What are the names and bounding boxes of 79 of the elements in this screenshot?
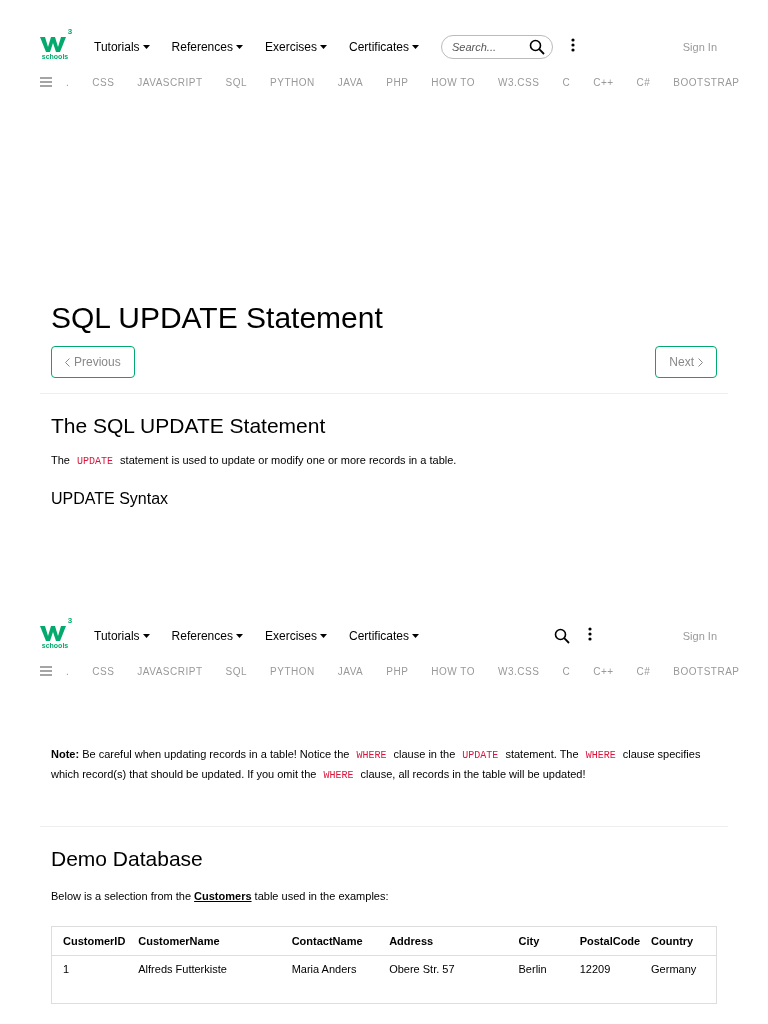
chevron-left-icon	[65, 357, 70, 367]
more-icon[interactable]	[571, 38, 575, 52]
chevron-right-icon	[698, 357, 703, 367]
logo-superscript: 3	[67, 27, 73, 36]
table-cell: 1	[51, 955, 139, 1004]
column-header: CustomerID	[51, 926, 139, 956]
subsection-heading: UPDATE Syntax	[51, 489, 170, 509]
nav-link[interactable]: .	[66, 665, 70, 677]
search-icon	[529, 39, 545, 55]
caret-icon	[412, 634, 419, 638]
nav-link[interactable]: SQL	[225, 76, 248, 88]
table-cell: Obere Str. 57	[389, 955, 519, 1004]
caret-icon	[412, 45, 419, 49]
menu-dropdown[interactable]: References	[171, 40, 243, 54]
table-cell: 12209	[579, 955, 652, 1004]
section-heading: Demo Database	[51, 846, 204, 872]
note-paragraph: Note: Be careful when updating records in a table! Notice the WHERE clause in the UPDATE statement. The WHERE clause specifies which record(s) that should be updated. If you omit the WHERE clause, all records in the table will be updated!	[51, 747, 702, 783]
next-button[interactable]: Next	[655, 346, 717, 378]
nav-link[interactable]: CSS	[92, 76, 115, 88]
nav-link[interactable]: PHP	[386, 76, 409, 88]
column-header: CustomerName	[138, 926, 292, 956]
menu-dropdown[interactable]: Certificates	[348, 40, 419, 54]
page-title: SQL UPDATE Statement	[51, 300, 384, 336]
caret-icon	[319, 45, 327, 49]
customers-link[interactable]: Customers	[194, 890, 252, 902]
section-heading: The SQL UPDATE Statement	[51, 413, 327, 439]
nav-link[interactable]: C#	[636, 76, 651, 88]
previous-button[interactable]: Previous	[51, 346, 135, 378]
nav-link[interactable]: HOW TO	[431, 665, 476, 677]
menu-icon[interactable]	[40, 77, 52, 87]
column-header: City	[518, 926, 580, 956]
table-cell: Germany	[651, 955, 717, 1004]
nav-link[interactable]: PHP	[386, 665, 409, 677]
paragraph: The UPDATE statement is used to update or modify one or more records in a table.	[51, 453, 458, 469]
column-header: ContactName	[291, 926, 390, 956]
sign-in-link[interactable]: Sign In	[682, 630, 717, 642]
caret-icon	[235, 45, 243, 49]
sign-in-link[interactable]: Sign In	[682, 41, 717, 53]
nav-link[interactable]: PYTHON	[270, 665, 315, 677]
nav-link[interactable]: PYTHON	[270, 76, 315, 88]
nav-link[interactable]: C	[562, 76, 571, 88]
caret-icon	[142, 634, 150, 638]
caret-icon	[235, 634, 243, 638]
nav-link[interactable]: .	[66, 76, 70, 88]
nav-link[interactable]: BOOTSTRAP	[673, 76, 740, 88]
nav-link[interactable]: JAVA	[337, 665, 364, 677]
caret-icon	[319, 634, 327, 638]
nav-link[interactable]: C++	[593, 665, 614, 677]
paragraph: Below is a selection from the Customers table used in the examples:	[51, 889, 390, 904]
menu-dropdown[interactable]: Exercises	[264, 40, 327, 54]
menu-dropdown[interactable]: Exercises	[264, 629, 327, 643]
more-icon[interactable]	[588, 627, 592, 641]
menu-dropdown[interactable]: References	[171, 629, 243, 643]
nav-link[interactable]: CSS	[92, 665, 115, 677]
caret-icon	[142, 45, 150, 49]
table-cell: Maria Anders	[291, 955, 390, 1004]
logo-superscript: 3	[67, 616, 73, 625]
nav-link[interactable]: HOW TO	[431, 76, 476, 88]
table-cell: Berlin	[518, 955, 580, 1004]
search-field[interactable]: Search...	[441, 35, 553, 59]
nav-link[interactable]: JAVA	[337, 76, 364, 88]
column-header: PostalCode	[579, 926, 652, 956]
menu-dropdown[interactable]: Tutorials	[94, 629, 150, 643]
nav-link[interactable]: JAVASCRIPT	[137, 76, 203, 88]
nav-link[interactable]: BOOTSTRAP	[673, 665, 740, 677]
nav-link[interactable]: C++	[593, 76, 614, 88]
column-header: Country	[651, 926, 717, 956]
nav-link[interactable]: SQL	[225, 665, 248, 677]
search-icon[interactable]	[554, 628, 570, 644]
menu-dropdown[interactable]: Certificates	[348, 629, 419, 643]
menu-dropdown[interactable]: Tutorials	[94, 40, 150, 54]
nav-link[interactable]: W3.CSS	[498, 665, 540, 677]
nav-link[interactable]: C	[562, 665, 571, 677]
menu-icon[interactable]	[40, 666, 52, 676]
table-cell: Alfreds Futterkiste	[138, 955, 292, 1004]
nav-link[interactable]: JAVASCRIPT	[137, 665, 203, 677]
nav-link[interactable]: C#	[636, 665, 651, 677]
column-header: Address	[389, 926, 519, 956]
nav-link[interactable]: W3.CSS	[498, 76, 540, 88]
